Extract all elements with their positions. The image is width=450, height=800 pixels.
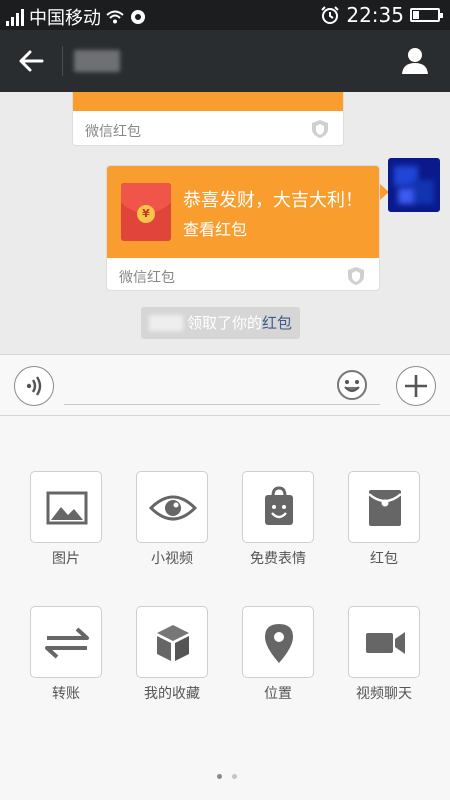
red-envelope-icon: ¥ [121, 183, 171, 241]
red-packet-footer-label: 微信红包 [85, 124, 141, 140]
notification-icon [131, 10, 145, 24]
video-camera-icon [366, 632, 405, 654]
battery-icon [410, 8, 443, 22]
image-label: 图片 [52, 551, 80, 567]
red-packet-message-previous[interactable]: 微信红包 [72, 92, 344, 146]
alarm-icon [321, 6, 340, 24]
eye-icon [148, 495, 198, 521]
red-packet-received-notice: 领取了你的 红包 [141, 307, 301, 339]
free-stickers-button[interactable] [242, 471, 314, 543]
page-dot-1[interactable] [217, 774, 222, 779]
transfer-button[interactable] [30, 606, 102, 678]
red-packet-greeting: 恭喜发财，大吉大利！ [183, 190, 363, 211]
image-icon [46, 491, 88, 525]
page-dot-2[interactable] [232, 774, 237, 779]
video-chat-label: 视频聊天 [356, 686, 412, 702]
red-packet-message[interactable]: ¥ 恭喜发财，大吉大利！ 查看红包 微信红包 [106, 165, 380, 291]
message-input[interactable] [64, 369, 380, 405]
view-red-packet-label: 查看红包 [183, 220, 248, 239]
function-panel: 图片 小视频 免费表情 红包 转账 我的收藏 位置 视频聊天 [0, 416, 450, 800]
shield-icon [312, 120, 328, 138]
message-list[interactable]: 微信红包 ¥ 恭喜发财，大吉大利！ 查看红包 微信红包 领取了你的 红包 [0, 92, 450, 354]
free-stickers-label: 免费表情 [250, 551, 306, 567]
sticker-bag-icon [265, 486, 293, 525]
favorites-button[interactable] [136, 606, 208, 678]
my-avatar[interactable] [388, 158, 440, 212]
emoji-icon [337, 370, 367, 400]
voice-input-button[interactable] [14, 366, 54, 406]
short-video-button[interactable] [136, 471, 208, 543]
chat-contact-name-redacted [74, 50, 120, 72]
emoji-button[interactable] [336, 369, 368, 401]
signal-icon [6, 8, 24, 26]
carrier-name: 中国移动 [29, 8, 101, 29]
red-packet-button[interactable] [348, 471, 420, 543]
contact-profile-icon[interactable] [400, 46, 430, 76]
red-packet-label: 红包 [370, 551, 398, 567]
back-arrow-icon[interactable] [16, 46, 46, 76]
recipient-name-redacted [149, 315, 183, 331]
status-bar: 中国移动 22:35 [0, 0, 450, 30]
wifi-icon [106, 10, 124, 24]
red-packet-icon [368, 490, 402, 526]
video-chat-button[interactable] [348, 606, 420, 678]
header-divider [62, 46, 63, 76]
message-input-bar [0, 354, 450, 416]
location-pin-icon [265, 624, 293, 663]
plus-icon [404, 374, 427, 397]
clock-time: 22:35 [346, 3, 404, 27]
red-packet-footer-label: 微信红包 [119, 270, 175, 286]
favorites-cube-icon [157, 625, 189, 661]
favorites-label: 我的收藏 [144, 686, 200, 702]
chat-header [0, 30, 450, 92]
transfer-label: 转账 [52, 686, 80, 702]
location-label: 位置 [264, 686, 292, 702]
location-button[interactable] [242, 606, 314, 678]
more-functions-button[interactable] [396, 366, 436, 406]
red-packet-link[interactable]: 红包 [262, 307, 292, 339]
page-indicator [217, 774, 237, 779]
transfer-icon [45, 627, 89, 659]
voice-icon [26, 375, 41, 396]
short-video-label: 小视频 [151, 551, 193, 567]
shield-icon [348, 267, 364, 285]
image-button[interactable] [30, 471, 102, 543]
